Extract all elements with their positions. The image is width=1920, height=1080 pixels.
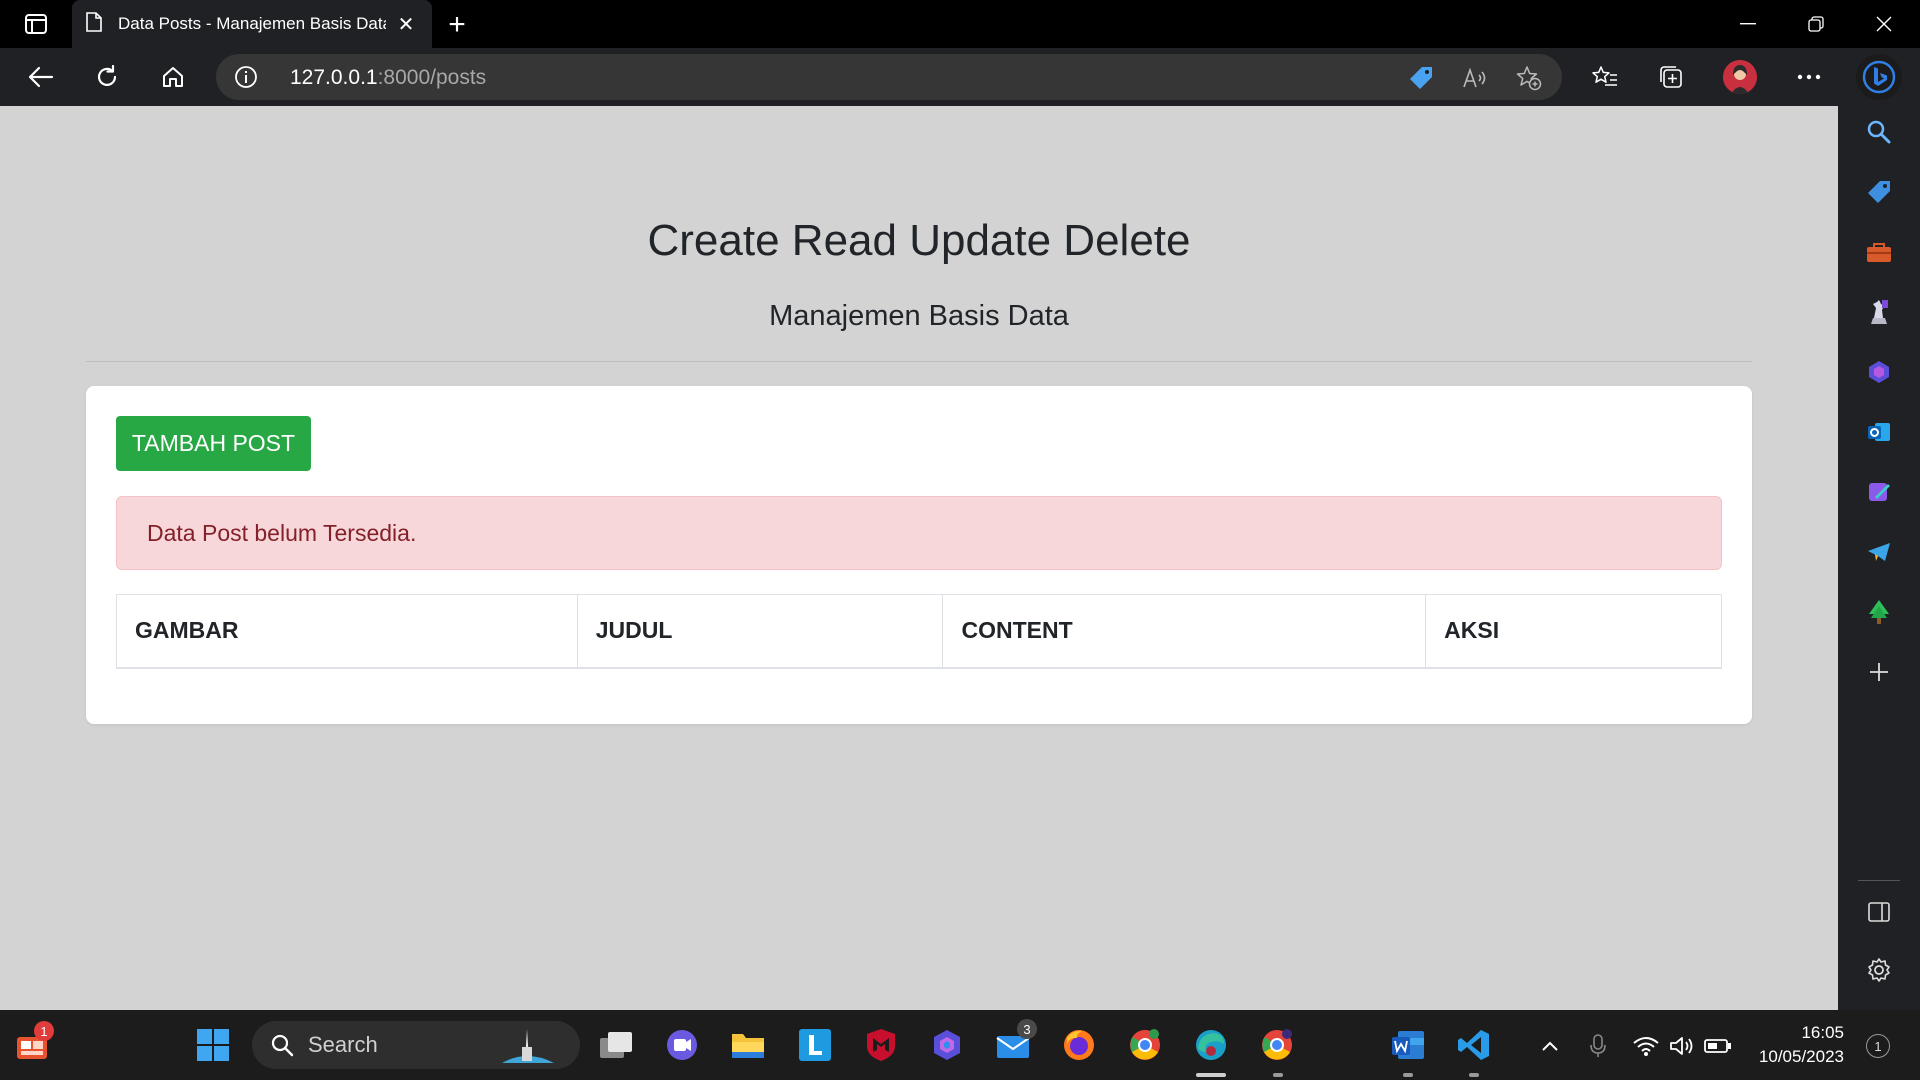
read-aloud-icon[interactable] (1462, 65, 1488, 91)
mail-badge: 3 (1017, 1019, 1037, 1039)
favorites-icon[interactable] (1590, 62, 1620, 92)
sidebar-settings-icon[interactable] (1863, 954, 1895, 986)
posts-table: GAMBAR JUDUL CONTENT AKSI (116, 594, 1722, 669)
page-viewport: Create Read Update Delete Manajemen Basi… (0, 106, 1838, 1010)
posts-card: TAMBAH POST Data Post belum Tersedia. GA… (86, 386, 1752, 724)
search-icon (271, 1034, 294, 1057)
clock-time: 16:05 (1801, 1023, 1844, 1042)
taskbar-search[interactable]: Search (252, 1021, 580, 1069)
windows-taskbar: 1 Search 3 16:05 10/05/2023 1 (0, 1010, 1920, 1080)
volume-icon[interactable] (1668, 1032, 1696, 1060)
column-header-judul: JUDUL (576, 594, 944, 669)
sidebar-separator (1858, 880, 1900, 881)
running-app-indicator (1469, 1073, 1479, 1077)
page-file-icon (86, 11, 102, 37)
sidebar-drop-icon[interactable] (1863, 476, 1895, 508)
widgets-badge: 1 (34, 1021, 54, 1041)
show-hidden-icons-chevron-up-icon[interactable] (1536, 1032, 1564, 1060)
active-app-indicator (1196, 1073, 1226, 1077)
edge-sidebar (1838, 106, 1920, 1010)
taskbar-clock[interactable]: 16:05 10/05/2023 (1752, 1021, 1844, 1069)
shopping-tag-icon[interactable] (1408, 65, 1434, 91)
edge-icon[interactable] (1191, 1025, 1231, 1065)
vscode-icon[interactable] (1454, 1025, 1494, 1065)
home-icon[interactable] (154, 58, 192, 96)
address-bar[interactable]: 127.0.0.1:8000/posts (216, 54, 1562, 100)
url-host: 127.0.0.1 (290, 66, 378, 89)
teams-chat-icon[interactable] (662, 1025, 702, 1065)
word-icon[interactable] (1388, 1025, 1428, 1065)
close-tab-icon[interactable]: ✕ (394, 12, 418, 37)
sidebar-add-icon[interactable] (1863, 656, 1895, 688)
chrome-profile-icon[interactable] (1125, 1025, 1165, 1065)
refresh-icon[interactable] (88, 58, 126, 96)
task-view-icon[interactable] (596, 1025, 636, 1065)
bing-copilot-icon[interactable] (1856, 54, 1902, 100)
new-tab-button[interactable]: + (440, 8, 474, 42)
microphone-icon[interactable] (1584, 1032, 1612, 1060)
wifi-icon[interactable] (1632, 1032, 1660, 1060)
start-windows-icon[interactable] (193, 1025, 233, 1065)
add-favorite-icon[interactable] (1516, 65, 1542, 91)
mcafee-icon[interactable] (861, 1025, 901, 1065)
sidebar-tree-icon[interactable] (1863, 596, 1895, 628)
more-options-icon[interactable] (1794, 62, 1824, 92)
sidebar-tools-icon[interactable] (1863, 236, 1895, 268)
mail-icon[interactable]: 3 (993, 1019, 1037, 1065)
url-path: :8000/posts (377, 66, 487, 89)
file-explorer-icon[interactable] (728, 1025, 768, 1065)
restore-icon[interactable] (1782, 0, 1850, 48)
minimize-icon[interactable] (1714, 0, 1782, 48)
running-app-indicator (1403, 1073, 1413, 1077)
back-icon[interactable] (22, 58, 60, 96)
table-header-row: GAMBAR JUDUL CONTENT AKSI (116, 594, 1722, 669)
widgets-icon[interactable]: 1 (12, 1021, 54, 1065)
sidebar-panel-toggle-icon[interactable] (1863, 896, 1895, 928)
browser-toolbar: 127.0.0.1:8000/posts (0, 48, 1920, 106)
url-text[interactable]: 127.0.0.1:8000/posts (290, 66, 486, 90)
running-app-indicator (1273, 1073, 1283, 1077)
clock-date: 10/05/2023 (1758, 1047, 1844, 1066)
add-post-button[interactable]: TAMBAH POST (116, 416, 311, 471)
tab-actions-icon[interactable] (14, 10, 58, 38)
page-subtitle: Manajemen Basis Data (769, 300, 1069, 332)
column-header-content: CONTENT (942, 594, 1427, 669)
firefox-icon[interactable] (1059, 1025, 1099, 1065)
notification-center-badge[interactable]: 1 (1866, 1034, 1890, 1058)
chrome-icon[interactable] (1257, 1025, 1297, 1065)
l-app-icon[interactable] (795, 1025, 835, 1065)
collections-icon[interactable] (1656, 62, 1686, 92)
profile-avatar[interactable] (1723, 60, 1757, 94)
battery-icon[interactable] (1704, 1032, 1732, 1060)
site-info-icon[interactable] (234, 65, 258, 89)
divider (86, 361, 1752, 362)
empty-data-alert: Data Post belum Tersedia. (116, 496, 1722, 570)
browser-tab-active[interactable]: Data Posts - Manajemen Basis Data ✕ (72, 0, 432, 48)
close-window-icon[interactable] (1850, 0, 1918, 48)
page-title: Create Read Update Delete (647, 216, 1191, 265)
sidebar-games-icon[interactable] (1863, 296, 1895, 328)
sidebar-outlook-icon[interactable] (1863, 416, 1895, 448)
search-highlight-icon (502, 1029, 554, 1063)
sidebar-shopping-icon[interactable] (1863, 176, 1895, 208)
copilot-icon[interactable] (927, 1025, 967, 1065)
search-label: Search (308, 1032, 378, 1057)
title-bar: Data Posts - Manajemen Basis Data ✕ + (0, 0, 1920, 48)
sidebar-search-icon[interactable] (1863, 116, 1895, 148)
column-header-aksi: AKSI (1425, 594, 1722, 669)
column-header-gambar: GAMBAR (116, 594, 578, 669)
sidebar-telegram-icon[interactable] (1863, 536, 1895, 568)
tab-title: Data Posts - Manajemen Basis Data (118, 14, 386, 33)
sidebar-copilot-icon[interactable] (1863, 356, 1895, 388)
